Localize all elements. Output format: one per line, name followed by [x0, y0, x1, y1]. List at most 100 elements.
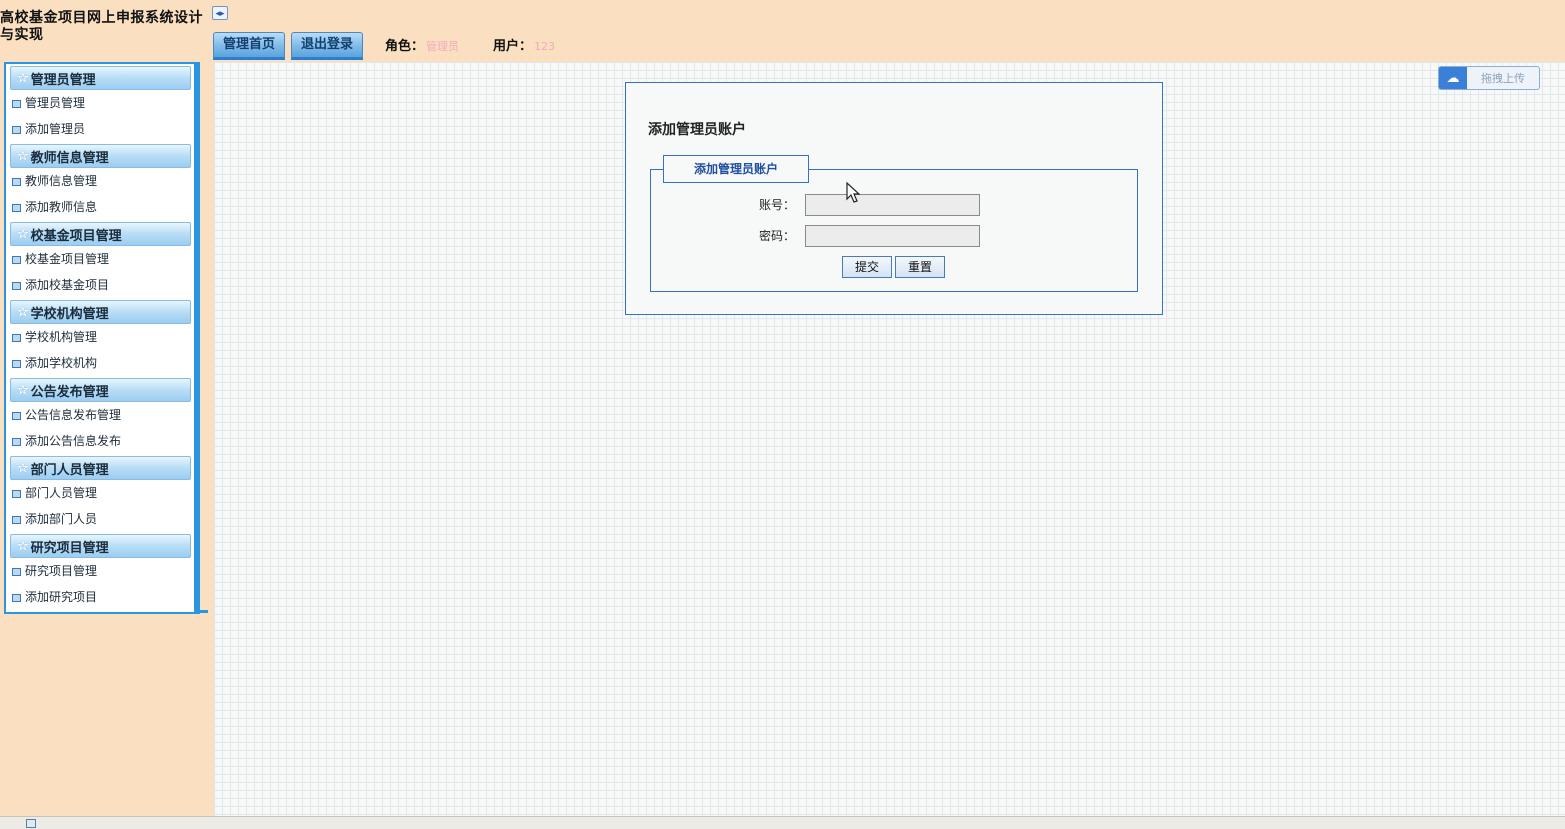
sidebar-item-label: 教师信息管理 [25, 174, 98, 188]
role-label: 角色： [385, 39, 425, 54]
sidebar-item-research-manage[interactable]: 研究项目管理 [6, 558, 194, 584]
sidebar-item-label: 学校机构管理 [25, 330, 98, 344]
bullet-icon [12, 411, 21, 420]
status-bar-icon [26, 819, 36, 828]
sidebar-item-notice-add[interactable]: 添加公告信息发布 [6, 428, 194, 454]
nav-group-header[interactable]: ☆ 校基金项目管理 [10, 222, 191, 246]
sidebar-item-label: 添加学校机构 [25, 356, 98, 370]
sidebar-item-label: 添加管理员 [25, 122, 86, 136]
nav-group-research: ☆ 研究项目管理 研究项目管理 添加研究项目 [6, 534, 194, 610]
bullet-icon [12, 333, 21, 342]
nav-group-header[interactable]: ☆ 公告发布管理 [10, 378, 191, 402]
reset-button[interactable]: 重置 [895, 256, 945, 278]
star-icon: ☆ [17, 226, 29, 242]
nav-group-teacher: ☆ 教师信息管理 教师信息管理 添加教师信息 [6, 144, 194, 220]
sidebar-toggle-icon[interactable]: ◂▸ [212, 6, 228, 20]
star-icon: ☆ [17, 70, 29, 86]
nav-group-header[interactable]: ☆ 学校机构管理 [10, 300, 191, 324]
sidebar-item-label: 添加研究项目 [25, 590, 98, 604]
sidebar-item-fund-manage[interactable]: 校基金项目管理 [6, 246, 194, 272]
sidebar-item-admin-add[interactable]: 添加管理员 [6, 116, 194, 142]
sidebar-item-org-manage[interactable]: 学校机构管理 [6, 324, 194, 350]
admin-form-fieldset: 添加管理员账户 账号： 密码： 提交 重置 [650, 155, 1138, 292]
user-label: 用户： [493, 39, 533, 54]
nav-group-fund: ☆ 校基金项目管理 校基金项目管理 添加校基金项目 [6, 222, 194, 298]
star-icon: ☆ [17, 460, 29, 476]
sidebar-item-org-add[interactable]: 添加学校机构 [6, 350, 194, 376]
star-icon: ☆ [17, 382, 29, 398]
status-bar [0, 816, 1565, 829]
nav-group-header[interactable]: ☆ 研究项目管理 [10, 534, 191, 558]
account-input[interactable] [805, 194, 980, 216]
upload-label: 拖拽上传 [1481, 72, 1525, 85]
account-label: 账号： [758, 198, 795, 212]
sidebar-border-accent [194, 610, 208, 613]
nav-group-header[interactable]: ☆ 部门人员管理 [10, 456, 191, 480]
nav-group-notice: ☆ 公告发布管理 公告信息发布管理 添加公告信息发布 [6, 378, 194, 454]
sidebar-item-label: 管理员管理 [25, 96, 86, 110]
bullet-icon [12, 489, 21, 498]
role-value: 管理员 [426, 40, 460, 53]
bullet-icon [12, 99, 21, 108]
sidebar-item-teacher-add[interactable]: 添加教师信息 [6, 194, 194, 220]
nav-group-title: 学校机构管理 [30, 306, 109, 322]
bullet-icon [12, 437, 21, 446]
sidebar-item-notice-manage[interactable]: 公告信息发布管理 [6, 402, 194, 428]
drag-upload-button[interactable]: ☁ 拖拽上传 [1438, 66, 1540, 90]
bullet-icon [12, 359, 21, 368]
page-title: 添加管理员账户 [648, 122, 746, 138]
mouse-cursor-icon [846, 182, 861, 203]
star-icon: ☆ [17, 148, 29, 164]
logout-button[interactable]: 退出登录 [291, 32, 364, 60]
main-content: ☁ 拖拽上传 添加管理员账户 添加管理员账户 账号： 密码： 提交 重置 [214, 62, 1565, 816]
sidebar-item-teacher-manage[interactable]: 教师信息管理 [6, 168, 194, 194]
bullet-icon [12, 255, 21, 264]
sidebar-item-label: 添加教师信息 [25, 200, 98, 214]
form-panel: 添加管理员账户 添加管理员账户 账号： 密码： 提交 重置 [625, 82, 1163, 315]
sidebar-item-label: 研究项目管理 [25, 564, 98, 578]
sidebar-item-label: 添加校基金项目 [25, 278, 110, 292]
nav-group-title: 部门人员管理 [30, 462, 109, 478]
nav-group-header[interactable]: ☆ 教师信息管理 [10, 144, 191, 168]
submit-button[interactable]: 提交 [842, 256, 892, 278]
nav-group-title: 公告发布管理 [30, 384, 109, 400]
sidebar-item-label: 公告信息发布管理 [25, 408, 122, 422]
password-input[interactable] [805, 225, 980, 247]
home-button[interactable]: 管理首页 [213, 32, 286, 60]
top-bar: 管理首页 退出登录 角色： 管理员 用户： 123 [213, 32, 555, 60]
fieldset-legend: 添加管理员账户 [663, 155, 809, 183]
sidebar-item-staff-add[interactable]: 添加部门人员 [6, 506, 194, 532]
bullet-icon [12, 203, 21, 212]
sidebar-item-label: 校基金项目管理 [25, 252, 110, 266]
bullet-icon [12, 567, 21, 576]
user-value: 123 [534, 40, 556, 53]
sidebar-item-research-add[interactable]: 添加研究项目 [6, 584, 194, 610]
nav-group-org: ☆ 学校机构管理 学校机构管理 添加学校机构 [6, 300, 194, 376]
password-row: 密码： [651, 225, 1137, 247]
nav-group-title: 管理员管理 [30, 72, 96, 88]
nav-group-staff: ☆ 部门人员管理 部门人员管理 添加部门人员 [6, 456, 194, 532]
app-title: 高校基金项目网上申报系统设计与实现 [0, 10, 203, 43]
cloud-upload-icon: ☁ [1439, 67, 1467, 89]
sidebar-item-admin-manage[interactable]: 管理员管理 [6, 90, 194, 116]
star-icon: ☆ [17, 538, 29, 554]
bullet-icon [12, 593, 21, 602]
star-icon: ☆ [17, 304, 29, 320]
nav-group-title: 研究项目管理 [30, 540, 109, 556]
bullet-icon [12, 177, 21, 186]
account-row: 账号： [651, 194, 1137, 216]
bullet-icon [12, 515, 21, 524]
nav-group-header[interactable]: ☆ 管理员管理 [10, 66, 191, 90]
password-label: 密码： [758, 229, 795, 243]
bullet-icon [12, 125, 21, 134]
sidebar-item-fund-add[interactable]: 添加校基金项目 [6, 272, 194, 298]
bullet-icon [12, 281, 21, 290]
sidebar-item-label: 添加部门人员 [25, 512, 98, 526]
sidebar-item-label: 添加公告信息发布 [25, 434, 122, 448]
nav-group-title: 校基金项目管理 [30, 228, 122, 244]
nav-group-admin: ☆ 管理员管理 管理员管理 添加管理员 [6, 66, 194, 142]
sidebar-item-label: 部门人员管理 [25, 486, 98, 500]
sidebar: ☆ 管理员管理 管理员管理 添加管理员 ☆ 教师信息管理 教师信息管理 添加教师信息… [4, 62, 200, 614]
sidebar-item-staff-manage[interactable]: 部门人员管理 [6, 480, 194, 506]
nav-group-title: 教师信息管理 [30, 150, 109, 166]
